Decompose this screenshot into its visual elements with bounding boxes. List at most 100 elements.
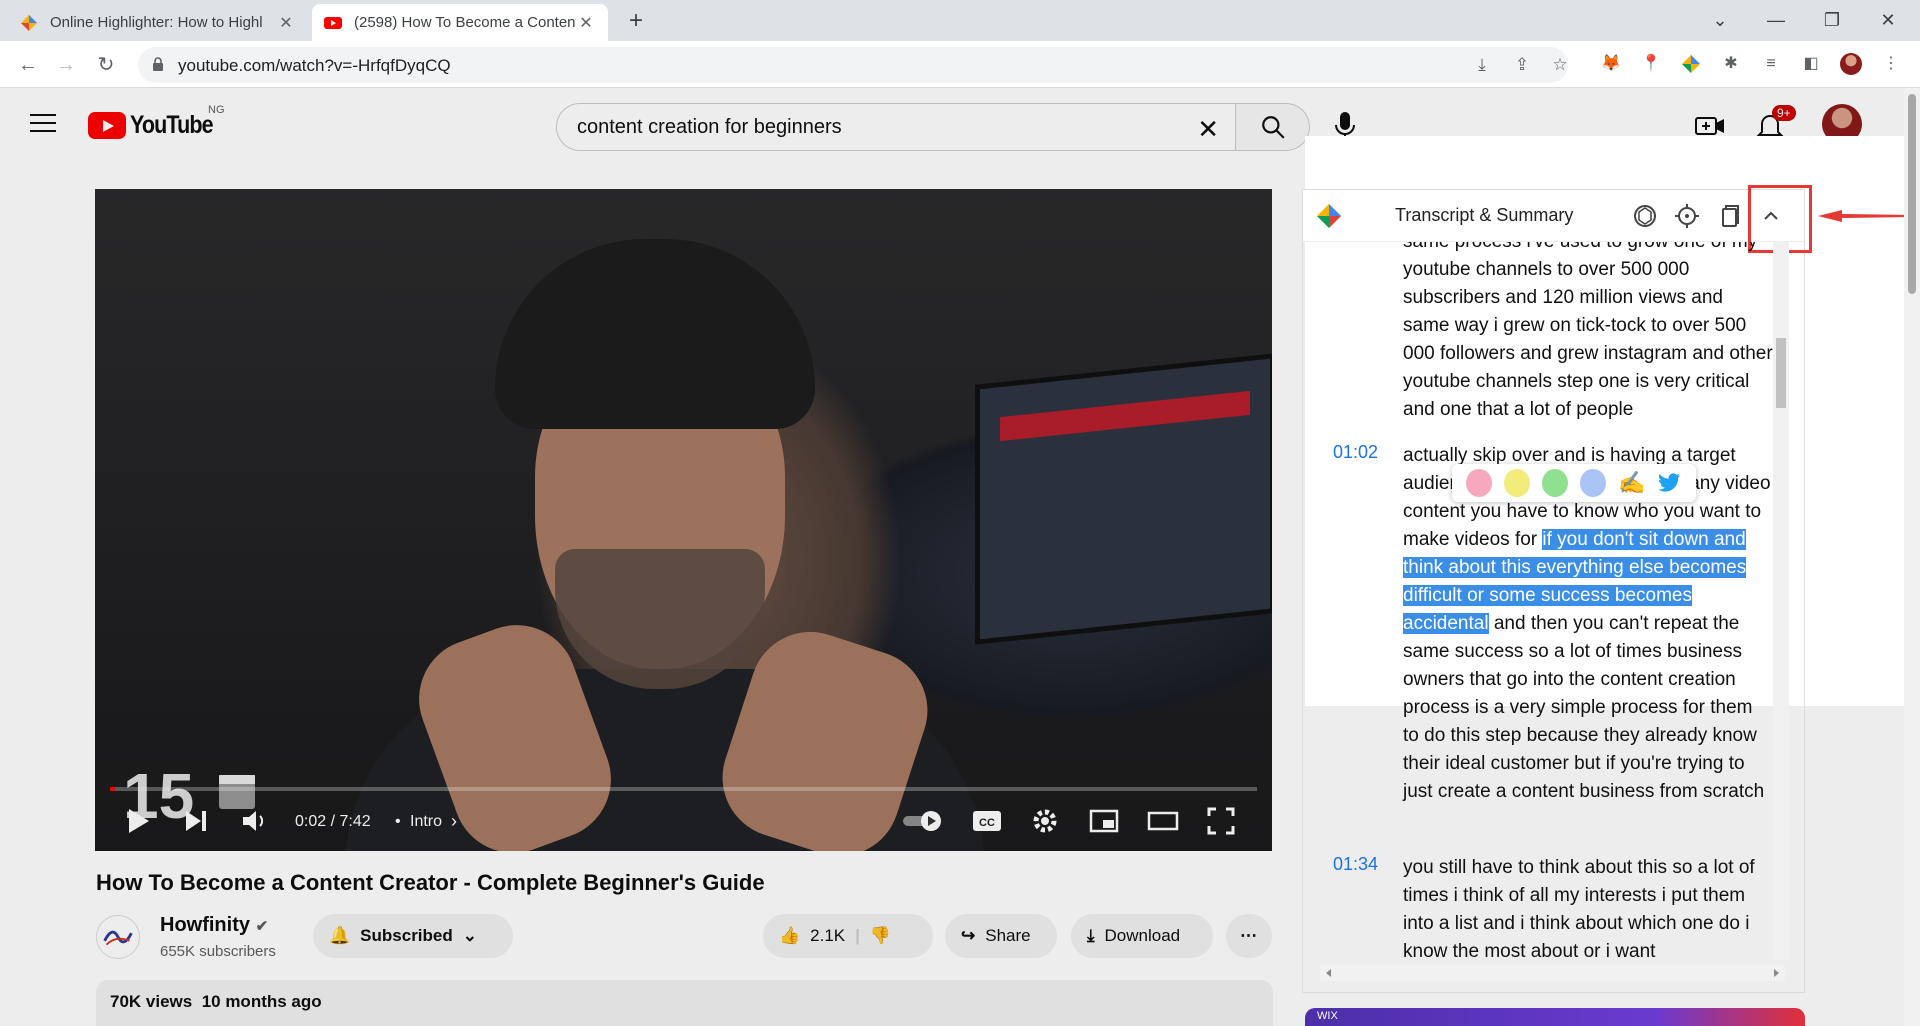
tab-youtube-video[interactable]: (2598) How To Become a Content ✕ [312, 4, 608, 41]
more-actions-button[interactable]: ⋯ [1226, 914, 1272, 958]
twitter-share-icon[interactable] [1657, 471, 1682, 495]
youtube-logo[interactable]: YouTube NG [88, 104, 226, 140]
view-count: 70K views [110, 992, 193, 1011]
chatgpt-icon[interactable] [1631, 202, 1659, 230]
search-query: content creation for beginners [577, 116, 842, 138]
like-button[interactable]: 👍 2.1K | 👎 [763, 914, 933, 958]
tab-online-highlighter[interactable]: Online Highlighter: How to Highl ✕ [8, 4, 308, 41]
annotate-pen-icon[interactable]: ✍ [1618, 470, 1645, 496]
fullscreen-icon[interactable] [1207, 807, 1235, 835]
play-icon[interactable] [125, 807, 151, 835]
progress-bar[interactable] [110, 787, 1257, 791]
page-scrollbar[interactable] [1904, 88, 1920, 1026]
segment-text-part: and then you can't repeat the same succe… [1403, 613, 1765, 802]
highlight-yellow-button[interactable] [1504, 469, 1531, 497]
transcript-header: Transcript & Summary [1303, 190, 1804, 242]
chapter-separator: • [395, 813, 401, 830]
ad-banner[interactable]: WIX [1305, 1008, 1805, 1026]
description-box[interactable]: 70K views 10 months ago [96, 980, 1273, 1026]
close-window-button[interactable]: ✕ [1868, 6, 1908, 34]
browser-tab-strip: Online Highlighter: How to Highl ✕ (2598… [0, 0, 1920, 41]
chevron-down-icon: ⌄ [462, 926, 478, 945]
address-bar[interactable]: youtube.com/watch?v=-HrfqfDyqCQ ⤓ ⇪ ☆ [138, 47, 1568, 83]
page-scrollbar-thumb[interactable] [1908, 94, 1916, 294]
hamburger-menu-icon[interactable] [30, 114, 56, 134]
menu-kebab-icon[interactable]: ⋮ [1880, 53, 1902, 75]
maximize-button[interactable]: ❐ [1812, 6, 1852, 34]
search-button[interactable] [1236, 103, 1310, 151]
verified-check-icon: ✔ [255, 918, 269, 935]
volume-icon[interactable] [241, 807, 269, 835]
svg-text:CC: CC [979, 817, 995, 829]
video-player[interactable]: 15 0:02 / 7:42 • Intro › CC [95, 189, 1272, 851]
channel-avatar[interactable] [96, 915, 140, 959]
crosshair-jump-icon[interactable] [1673, 202, 1701, 230]
theater-mode-icon[interactable] [1147, 807, 1179, 835]
subscribed-label: Subscribed [360, 926, 453, 945]
tab-title: (2598) How To Become a Content [354, 14, 576, 31]
browser-toolbar: ← → ↻ youtube.com/watch?v=-HrfqfDyqCQ ⤓ … [0, 41, 1920, 88]
tab-close-icon[interactable]: ✕ [576, 13, 596, 33]
thumbs-down-icon[interactable]: 👎 [870, 926, 891, 946]
channel-name-text: Howfinity [160, 914, 250, 936]
subscriber-count: 655K subscribers [160, 943, 276, 960]
horizontal-scrollbar[interactable] [1320, 963, 1785, 983]
segment-timestamp[interactable]: 01:34 [1333, 854, 1378, 875]
autoplay-toggle[interactable] [901, 807, 945, 835]
new-tab-button[interactable]: + [622, 8, 650, 36]
chapter-label[interactable]: Intro [410, 813, 442, 841]
install-app-icon[interactable]: ⤓ [1472, 55, 1492, 75]
search-input[interactable]: content creation for beginners ✕ [556, 103, 1236, 151]
back-arrow-icon[interactable]: ← [14, 51, 42, 79]
highlight-pink-button[interactable] [1466, 469, 1493, 497]
copy-icon[interactable] [1715, 202, 1743, 230]
url-text: youtube.com/watch?v=-HrfqfDyqCQ [178, 56, 451, 75]
download-button[interactable]: ⤓ Download [1071, 914, 1213, 958]
scrollbar-thumb[interactable] [1776, 338, 1786, 408]
extensions-puzzle-icon[interactable]: ✱ [1720, 53, 1742, 75]
youtube-wordmark: YouTube [130, 110, 214, 139]
highlighter-extension-icon[interactable] [1680, 53, 1702, 75]
captions-icon[interactable]: CC [971, 807, 1003, 835]
background-monitor [975, 353, 1272, 645]
search-icon [1262, 116, 1285, 139]
highlight-green-button[interactable] [1542, 469, 1569, 497]
video-title: How To Become a Content Creator - Comple… [96, 870, 765, 895]
forward-arrow-icon[interactable]: → [52, 51, 80, 79]
share-arrow-icon: ↪ [961, 926, 976, 945]
country-code: NG [208, 104, 225, 116]
reading-list-icon[interactable]: ≡ [1760, 53, 1782, 75]
share-page-icon[interactable]: ⇪ [1512, 55, 1532, 75]
pin-extension-icon[interactable]: 📍 [1640, 53, 1662, 75]
subscribed-button[interactable]: 🔔 Subscribed ⌄ [313, 914, 513, 958]
tab-close-icon[interactable]: ✕ [276, 13, 296, 33]
segment-timestamp[interactable]: 01:02 [1333, 442, 1378, 463]
transcript-scrollbar[interactable] [1773, 242, 1789, 960]
youtube-play-logo-icon [88, 111, 126, 139]
howfinity-logo-icon [103, 930, 133, 946]
share-label: Share [985, 926, 1031, 945]
tab-search-chevron-icon[interactable]: ⌄ [1700, 6, 1740, 34]
transcript-title: Transcript & Summary [1395, 205, 1574, 225]
side-panel-icon[interactable]: ◧ [1800, 53, 1822, 75]
youtube-favicon-icon [324, 16, 342, 29]
miniplayer-icon[interactable] [1089, 807, 1119, 835]
channel-name[interactable]: Howfinity ✔ [160, 914, 268, 937]
clear-search-icon[interactable]: ✕ [1197, 114, 1219, 145]
share-button[interactable]: ↪ Share [945, 914, 1057, 958]
segment-text-part: same process i've used to grow one of my… [1403, 242, 1773, 420]
download-icon: ⤓ [1087, 926, 1095, 945]
more-horizontal-icon: ⋯ [1240, 926, 1257, 945]
segment-text-part: you still have to think about this so a … [1403, 857, 1755, 960]
bookmark-star-icon[interactable]: ☆ [1550, 55, 1570, 75]
settings-gear-icon[interactable] [1031, 807, 1059, 835]
download-label: Download [1104, 926, 1181, 945]
thumbs-up-icon: 👍 [779, 926, 801, 945]
metamask-extension-icon[interactable]: 🦊 [1600, 53, 1622, 75]
reload-icon[interactable]: ↻ [92, 51, 120, 79]
highlight-blue-button[interactable] [1580, 469, 1607, 497]
chapter-chevron-icon[interactable]: › [451, 811, 457, 839]
next-icon[interactable] [183, 807, 209, 835]
profile-avatar[interactable] [1840, 53, 1862, 75]
minimize-button[interactable]: — [1756, 6, 1796, 34]
